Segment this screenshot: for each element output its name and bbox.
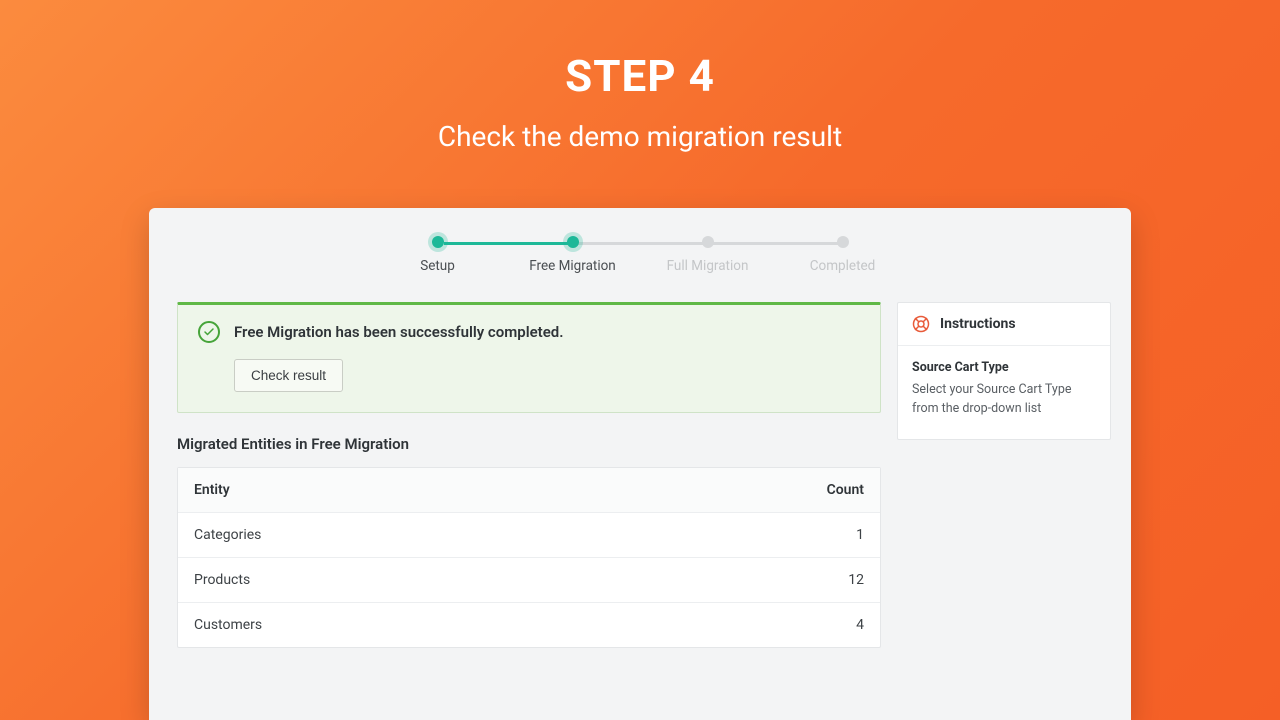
- cell-entity: Categories: [194, 527, 261, 543]
- step-dot-icon: [702, 236, 714, 248]
- page-subtitle: Check the demo migration result: [0, 120, 1280, 153]
- instructions-card: Instructions Source Cart Type Select you…: [897, 302, 1111, 440]
- success-message: Free Migration has been successfully com…: [234, 323, 564, 341]
- step-label: Setup: [370, 258, 505, 274]
- step-dot-icon: [567, 236, 579, 248]
- step-label: Free Migration: [505, 258, 640, 274]
- col-header-count: Count: [827, 482, 864, 498]
- step-connector: [574, 242, 712, 245]
- instructions-header: Instructions: [898, 303, 1110, 346]
- instructions-section-text: Select your Source Cart Type from the dr…: [912, 381, 1096, 419]
- cell-entity: Products: [194, 572, 250, 588]
- entities-table: Entity Count Categories 1 Products 12 Cu…: [177, 467, 881, 648]
- cell-count: 4: [856, 617, 864, 633]
- table-row: Products 12: [178, 558, 880, 603]
- instructions-title: Instructions: [940, 316, 1016, 332]
- step-connector: [712, 242, 846, 245]
- cell-count: 1: [856, 527, 864, 543]
- step-connector: [444, 242, 574, 245]
- table-header-row: Entity Count: [178, 468, 880, 513]
- col-header-entity: Entity: [194, 482, 230, 498]
- check-circle-icon: [198, 321, 220, 343]
- check-result-button[interactable]: Check result: [234, 359, 343, 392]
- main-panel: Setup Free Migration Full Migration Comp…: [149, 208, 1131, 720]
- page-step-title: STEP 4: [0, 0, 1280, 102]
- success-banner: Free Migration has been successfully com…: [177, 302, 881, 413]
- cell-count: 12: [848, 572, 864, 588]
- table-row: Categories 1: [178, 513, 880, 558]
- step-dot-icon: [837, 236, 849, 248]
- entities-table-title: Migrated Entities in Free Migration: [177, 435, 881, 453]
- step-dot-icon: [432, 236, 444, 248]
- instructions-body: Source Cart Type Select your Source Cart…: [898, 346, 1110, 439]
- table-row: Customers 4: [178, 603, 880, 647]
- instructions-section-label: Source Cart Type: [912, 360, 1096, 375]
- cell-entity: Customers: [194, 617, 262, 633]
- lifebuoy-icon: [912, 315, 930, 333]
- step-label: Completed: [775, 258, 910, 274]
- step-label: Full Migration: [640, 258, 775, 274]
